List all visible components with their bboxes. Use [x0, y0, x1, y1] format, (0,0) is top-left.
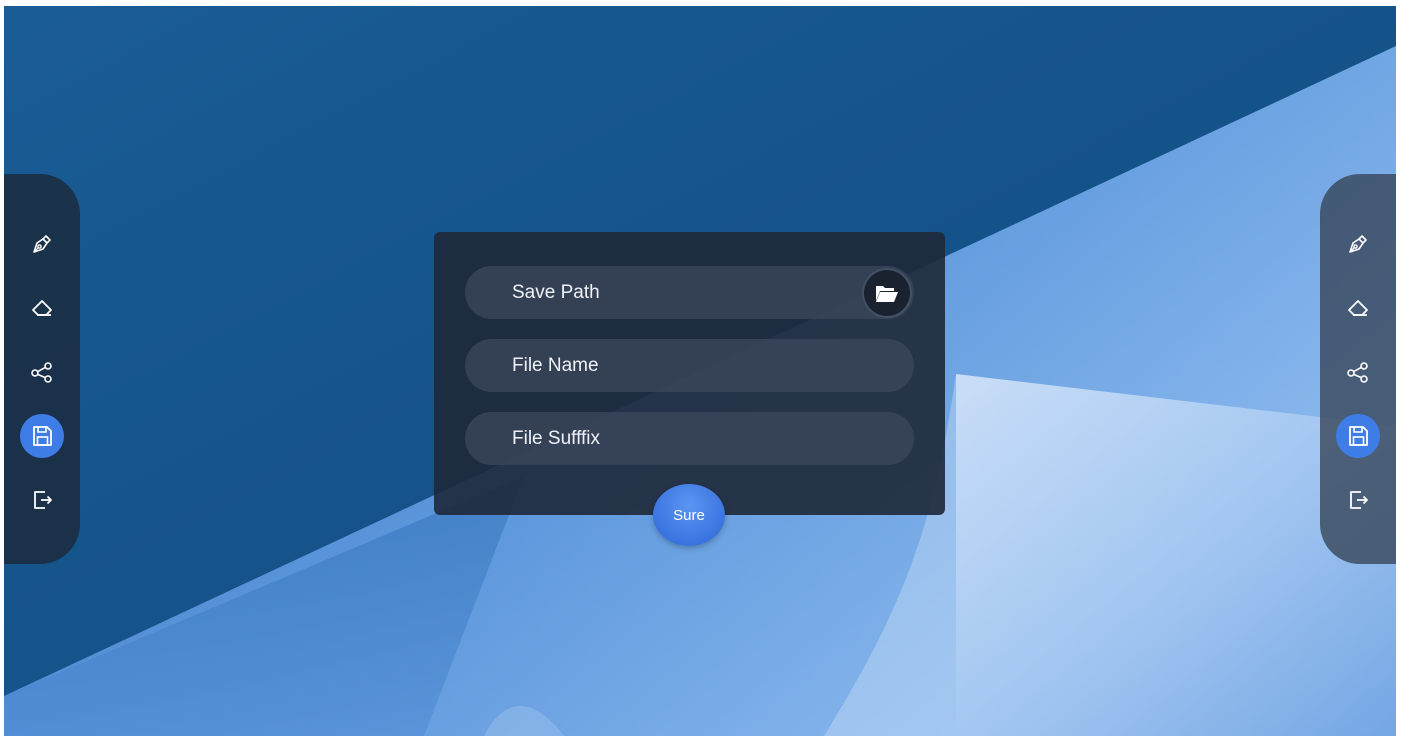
- left-toolbar: [4, 174, 80, 564]
- file-suffix-field[interactable]: File Sufffix: [465, 412, 914, 465]
- sure-button[interactable]: Sure: [653, 484, 725, 546]
- share-tool-button[interactable]: [1336, 350, 1380, 394]
- folder-open-icon: [876, 286, 898, 302]
- file-suffix-placeholder: File Sufffix: [512, 427, 601, 449]
- right-toolbar: [1320, 174, 1396, 564]
- eraser-icon: [1348, 300, 1368, 316]
- share-tool-button[interactable]: [20, 350, 64, 394]
- save-dialog: Save Path File Name File Sufffix: [434, 232, 945, 515]
- pen-tool-button[interactable]: [20, 222, 64, 266]
- save-path-field[interactable]: Save Path: [465, 266, 914, 319]
- share-icon: [1347, 362, 1368, 383]
- desktop-background: Save Path File Name File Sufffix Sure: [4, 6, 1396, 736]
- eraser-icon: [32, 300, 52, 316]
- exit-tool-button[interactable]: [1336, 478, 1380, 522]
- save-path-placeholder: Save Path: [512, 281, 600, 303]
- exit-icon: [1350, 491, 1368, 509]
- pen-icon: [33, 235, 51, 253]
- pen-icon: [1349, 235, 1367, 253]
- share-icon: [31, 362, 52, 383]
- browse-folder-button[interactable]: [864, 270, 910, 316]
- save-tool-button[interactable]: [1336, 414, 1380, 458]
- eraser-tool-button[interactable]: [1336, 286, 1380, 330]
- exit-tool-button[interactable]: [20, 478, 64, 522]
- file-name-field[interactable]: File Name: [465, 339, 914, 392]
- eraser-tool-button[interactable]: [20, 286, 64, 330]
- save-tool-button[interactable]: [20, 414, 64, 458]
- file-name-placeholder: File Name: [512, 354, 599, 376]
- exit-icon: [34, 491, 52, 509]
- save-icon: [1349, 426, 1368, 446]
- pen-tool-button[interactable]: [1336, 222, 1380, 266]
- save-icon: [33, 426, 52, 446]
